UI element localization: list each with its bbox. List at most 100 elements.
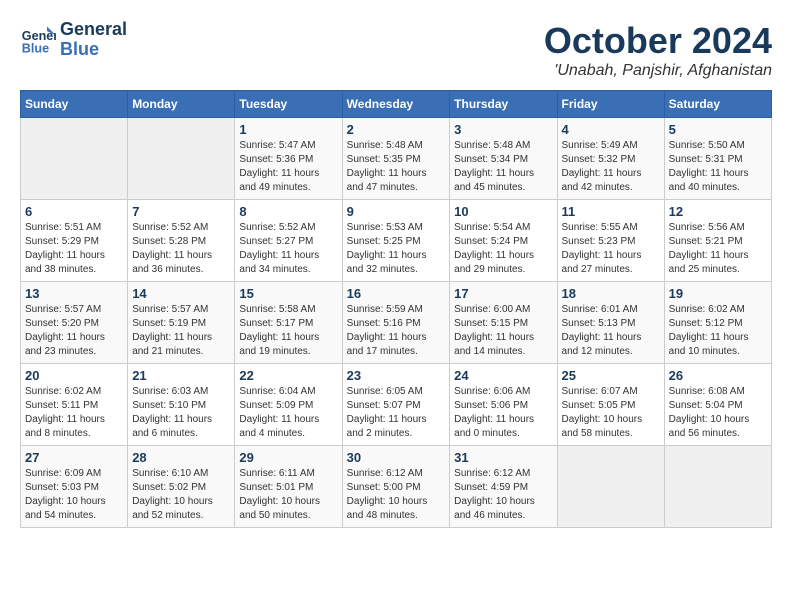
logo-line2: Blue [60, 39, 99, 59]
day-cell: 8 Sunrise: 5:52 AM Sunset: 5:27 PM Daylig… [235, 200, 342, 282]
day-number: 25 [562, 368, 660, 383]
day-cell: 22Sunrise: 6:04 AM Sunset: 5:09 PM Dayli… [235, 364, 342, 446]
day-number: 30 [347, 450, 446, 465]
week-row-3: 13 Sunrise: 5:57 AM Sunset: 5:20 PM Dayli… [21, 282, 772, 364]
week-row-4: 20 Sunrise: 6:02 AM Sunset: 5:11 PM Dayli… [21, 364, 772, 446]
day-info: Sunrise: 5:58 AM Sunset: 5:17 PM Dayligh… [239, 303, 337, 359]
month-title: October 2024 [544, 20, 772, 62]
day-cell: 30 Sunrise: 6:12 AM Sunset: 5:00 PM Dayli… [342, 446, 450, 528]
day-info: Sunrise: 6:02 AM Sunset: 5:11 PM Dayligh… [25, 385, 123, 441]
weekday-header-friday: Friday [557, 91, 664, 118]
day-number: 15 [239, 286, 337, 301]
day-info: Sunrise: 5:48 AM Sunset: 5:34 PM Dayligh… [454, 139, 552, 195]
day-cell: 24 Sunrise: 6:06 AM Sunset: 5:06 PM Dayli… [450, 364, 557, 446]
day-cell: 20 Sunrise: 6:02 AM Sunset: 5:11 PM Dayli… [21, 364, 128, 446]
day-info: Sunrise: 6:03 AM Sunset: 5:10 PM Dayligh… [132, 385, 230, 441]
day-info: Sunrise: 6:00 AM Sunset: 5:15 PM Dayligh… [454, 303, 552, 359]
day-number: 21 [132, 368, 230, 383]
day-cell: 28 Sunrise: 6:10 AM Sunset: 5:02 PM Dayli… [128, 446, 235, 528]
day-info: Sunrise: 6:10 AM Sunset: 5:02 PM Dayligh… [132, 467, 230, 523]
day-cell: 5Sunrise: 5:50 AM Sunset: 5:31 PM Daylig… [664, 118, 771, 200]
day-cell: 19 Sunrise: 6:02 AM Sunset: 5:12 PM Dayli… [664, 282, 771, 364]
day-info: Sunrise: 6:09 AM Sunset: 5:03 PM Dayligh… [25, 467, 123, 523]
logo: General Blue General Blue [20, 20, 127, 60]
title-block: October 2024 'Unabah, Panjshir, Afghanis… [544, 20, 772, 80]
weekday-header-thursday: Thursday [450, 91, 557, 118]
day-number: 16 [347, 286, 446, 301]
day-number: 3 [454, 122, 552, 137]
day-number: 19 [669, 286, 767, 301]
week-row-2: 6 Sunrise: 5:51 AM Sunset: 5:29 PM Daylig… [21, 200, 772, 282]
day-info: Sunrise: 5:47 AM Sunset: 5:36 PM Dayligh… [239, 139, 337, 195]
day-number: 13 [25, 286, 123, 301]
day-cell: 21 Sunrise: 6:03 AM Sunset: 5:10 PM Dayli… [128, 364, 235, 446]
day-info: Sunrise: 6:11 AM Sunset: 5:01 PM Dayligh… [239, 467, 337, 523]
day-info: Sunrise: 5:56 AM Sunset: 5:21 PM Dayligh… [669, 221, 767, 277]
day-cell: 2 Sunrise: 5:48 AM Sunset: 5:35 PM Daylig… [342, 118, 450, 200]
day-number: 24 [454, 368, 552, 383]
weekday-header-sunday: Sunday [21, 91, 128, 118]
day-info: Sunrise: 5:55 AM Sunset: 5:23 PM Dayligh… [562, 221, 660, 277]
svg-text:Blue: Blue [22, 41, 49, 55]
day-number: 6 [25, 204, 123, 219]
day-info: Sunrise: 5:52 AM Sunset: 5:27 PM Dayligh… [239, 221, 337, 277]
day-cell [664, 446, 771, 528]
day-cell: 27 Sunrise: 6:09 AM Sunset: 5:03 PM Dayli… [21, 446, 128, 528]
day-info: Sunrise: 5:54 AM Sunset: 5:24 PM Dayligh… [454, 221, 552, 277]
day-cell [557, 446, 664, 528]
day-info: Sunrise: 5:51 AM Sunset: 5:29 PM Dayligh… [25, 221, 123, 277]
day-number: 11 [562, 204, 660, 219]
day-info: Sunrise: 6:12 AM Sunset: 4:59 PM Dayligh… [454, 467, 552, 523]
day-number: 18 [562, 286, 660, 301]
day-number: 2 [347, 122, 446, 137]
header: General Blue General Blue October 2024 '… [20, 20, 772, 80]
day-cell [128, 118, 235, 200]
day-number: 20 [25, 368, 123, 383]
weekday-header-monday: Monday [128, 91, 235, 118]
day-number: 23 [347, 368, 446, 383]
weekday-header-wednesday: Wednesday [342, 91, 450, 118]
day-info: Sunrise: 5:59 AM Sunset: 5:16 PM Dayligh… [347, 303, 446, 359]
day-number: 4 [562, 122, 660, 137]
day-cell: 25 Sunrise: 6:07 AM Sunset: 5:05 PM Dayli… [557, 364, 664, 446]
day-cell: 23Sunrise: 6:05 AM Sunset: 5:07 PM Dayli… [342, 364, 450, 446]
day-number: 7 [132, 204, 230, 219]
day-number: 8 [239, 204, 337, 219]
day-number: 29 [239, 450, 337, 465]
location: 'Unabah, Panjshir, Afghanistan [544, 62, 772, 80]
day-cell: 14Sunrise: 5:57 AM Sunset: 5:19 PM Dayli… [128, 282, 235, 364]
day-cell: 9Sunrise: 5:53 AM Sunset: 5:25 PM Daylig… [342, 200, 450, 282]
day-cell: 1Sunrise: 5:47 AM Sunset: 5:36 PM Daylig… [235, 118, 342, 200]
day-cell: 11 Sunrise: 5:55 AM Sunset: 5:23 PM Dayli… [557, 200, 664, 282]
day-info: Sunrise: 5:49 AM Sunset: 5:32 PM Dayligh… [562, 139, 660, 195]
day-number: 12 [669, 204, 767, 219]
day-cell: 31 Sunrise: 6:12 AM Sunset: 4:59 PM Dayli… [450, 446, 557, 528]
day-info: Sunrise: 6:04 AM Sunset: 5:09 PM Dayligh… [239, 385, 337, 441]
day-info: Sunrise: 5:57 AM Sunset: 5:20 PM Dayligh… [25, 303, 123, 359]
day-info: Sunrise: 6:06 AM Sunset: 5:06 PM Dayligh… [454, 385, 552, 441]
day-cell: 12 Sunrise: 5:56 AM Sunset: 5:21 PM Dayli… [664, 200, 771, 282]
day-info: Sunrise: 6:07 AM Sunset: 5:05 PM Dayligh… [562, 385, 660, 441]
day-cell: 3 Sunrise: 5:48 AM Sunset: 5:34 PM Daylig… [450, 118, 557, 200]
day-number: 17 [454, 286, 552, 301]
day-cell: 16 Sunrise: 5:59 AM Sunset: 5:16 PM Dayli… [342, 282, 450, 364]
day-info: Sunrise: 5:48 AM Sunset: 5:35 PM Dayligh… [347, 139, 446, 195]
day-cell: 29 Sunrise: 6:11 AM Sunset: 5:01 PM Dayli… [235, 446, 342, 528]
day-cell: 17 Sunrise: 6:00 AM Sunset: 5:15 PM Dayli… [450, 282, 557, 364]
day-info: Sunrise: 6:12 AM Sunset: 5:00 PM Dayligh… [347, 467, 446, 523]
day-cell: 18Sunrise: 6:01 AM Sunset: 5:13 PM Dayli… [557, 282, 664, 364]
calendar-table: SundayMondayTuesdayWednesdayThursdayFrid… [20, 90, 772, 528]
day-number: 28 [132, 450, 230, 465]
weekday-header-row: SundayMondayTuesdayWednesdayThursdayFrid… [21, 91, 772, 118]
day-number: 10 [454, 204, 552, 219]
day-info: Sunrise: 6:08 AM Sunset: 5:04 PM Dayligh… [669, 385, 767, 441]
day-info: Sunrise: 5:57 AM Sunset: 5:19 PM Dayligh… [132, 303, 230, 359]
day-number: 27 [25, 450, 123, 465]
day-cell: 4 Sunrise: 5:49 AM Sunset: 5:32 PM Daylig… [557, 118, 664, 200]
day-info: Sunrise: 6:02 AM Sunset: 5:12 PM Dayligh… [669, 303, 767, 359]
day-info: Sunrise: 5:52 AM Sunset: 5:28 PM Dayligh… [132, 221, 230, 277]
day-cell: 15 Sunrise: 5:58 AM Sunset: 5:17 PM Dayli… [235, 282, 342, 364]
day-number: 31 [454, 450, 552, 465]
day-number: 5 [669, 122, 767, 137]
weekday-header-saturday: Saturday [664, 91, 771, 118]
